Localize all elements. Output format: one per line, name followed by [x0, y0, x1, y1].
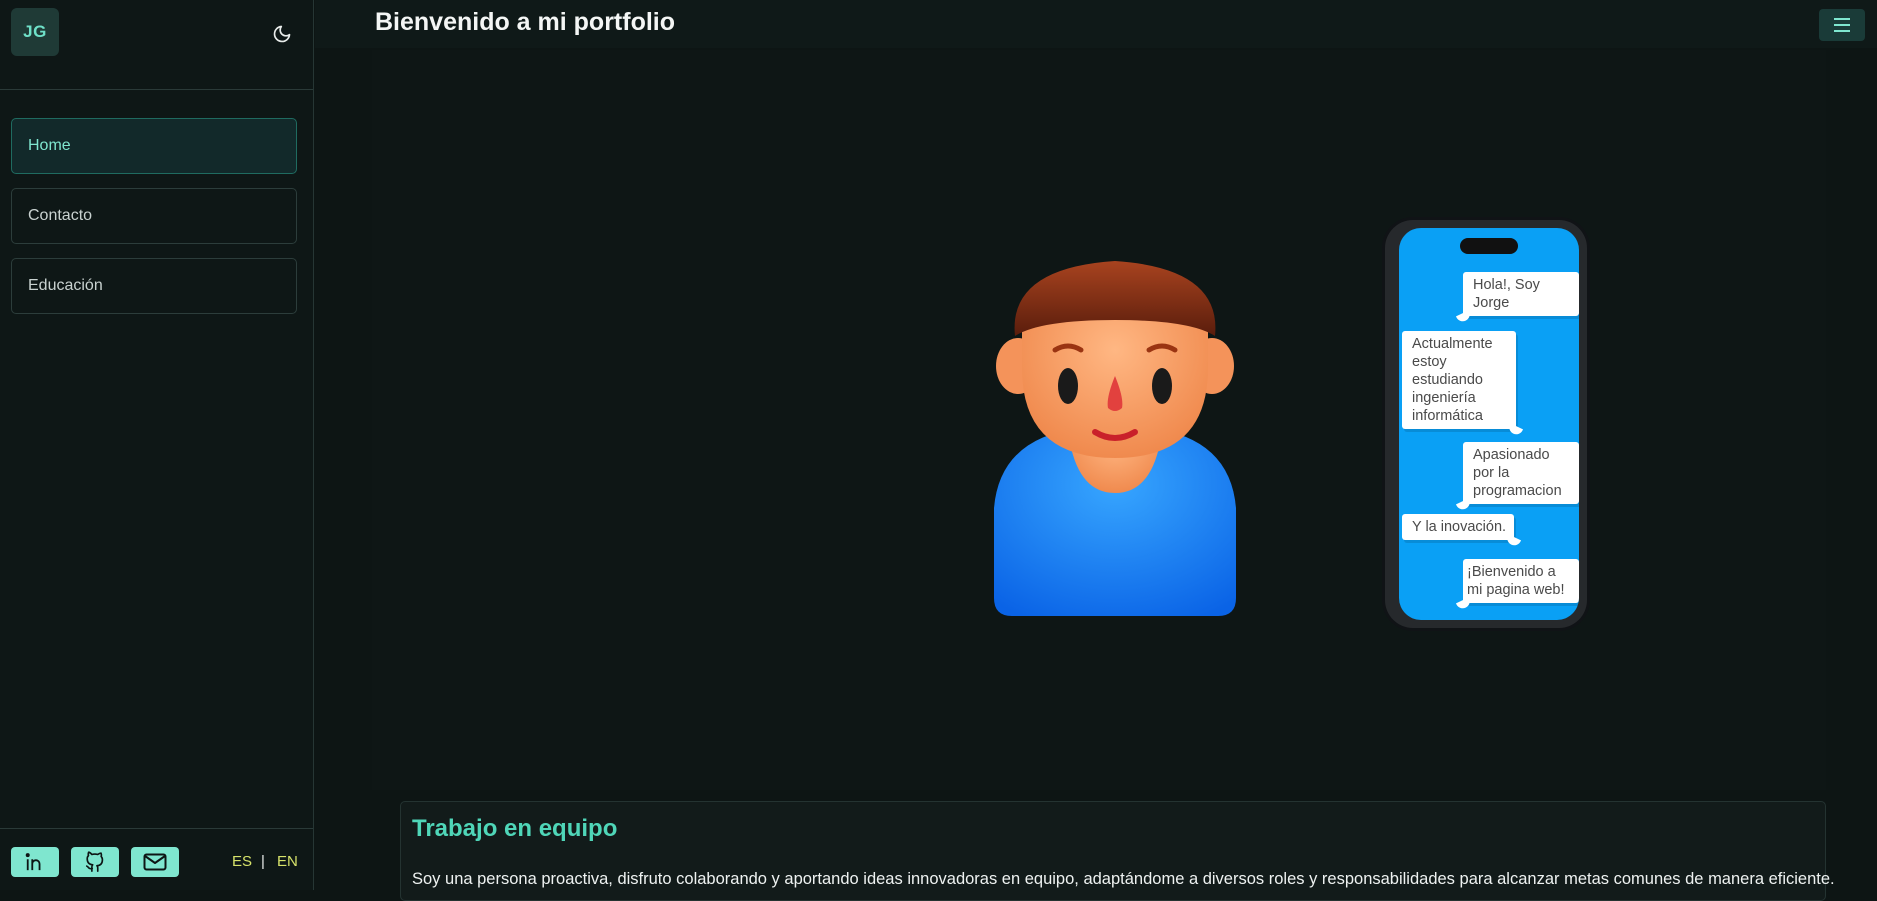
chat-bubble: Apasionado por la programacion	[1463, 442, 1579, 504]
teamwork-card: Trabajo en equipo Soy una persona proact…	[400, 801, 1835, 901]
sidebar-footer: ES | EN	[0, 828, 313, 890]
moon-icon	[273, 25, 291, 43]
github-icon	[85, 851, 104, 872]
menu-button[interactable]	[1819, 9, 1865, 41]
phone-notch	[1460, 238, 1518, 254]
mail-button[interactable]	[131, 847, 179, 877]
card-title: Trabajo en equipo	[412, 815, 618, 842]
theme-toggle-button[interactable]	[270, 22, 294, 46]
linkedin-icon	[25, 853, 41, 871]
chat-bubble: Hola!, Soy Jorge	[1463, 272, 1579, 316]
sidebar: JG Home Contacto Educación ES | EN	[0, 0, 314, 890]
chat-bubble: Y la inovación.	[1402, 514, 1514, 540]
hamburger-icon	[1834, 18, 1850, 32]
sidebar-item-label: Educación	[28, 277, 103, 294]
sidebar-nav: Home Contacto Educación	[11, 118, 297, 328]
chat-bubble: Actualmente estoy estudiando ingeniería …	[1402, 331, 1516, 429]
avatar-illustration	[990, 258, 1240, 618]
linkedin-button[interactable]	[11, 847, 59, 877]
phone-screen: Hola!, Soy Jorge Actualmente estoy estud…	[1399, 228, 1579, 620]
lang-es-link[interactable]: ES	[232, 853, 252, 870]
page-title: Bienvenido a mi portfolio	[375, 8, 676, 36]
github-button[interactable]	[71, 847, 119, 877]
chat-bubble: ¡Bienvenido a mi pagina web!	[1463, 559, 1579, 603]
sidebar-item-label: Contacto	[28, 207, 93, 224]
card-text: Soy una persona proactiva, disfruto cola…	[412, 870, 1835, 888]
lang-en-link[interactable]: EN	[277, 853, 298, 870]
logo[interactable]: JG	[11, 8, 59, 56]
phone-mockup: Hola!, Soy Jorge Actualmente estoy estud…	[1385, 220, 1587, 628]
sidebar-item-contacto[interactable]: Contacto	[11, 188, 297, 244]
top-header: Bienvenido a mi portfolio	[315, 0, 1877, 48]
sidebar-item-home[interactable]: Home	[11, 118, 297, 174]
lang-separator: |	[261, 853, 265, 870]
mail-icon	[143, 853, 167, 871]
sidebar-item-educacion[interactable]: Educación	[11, 258, 297, 314]
sidebar-header: JG	[0, 0, 313, 90]
sidebar-item-label: Home	[28, 137, 71, 154]
